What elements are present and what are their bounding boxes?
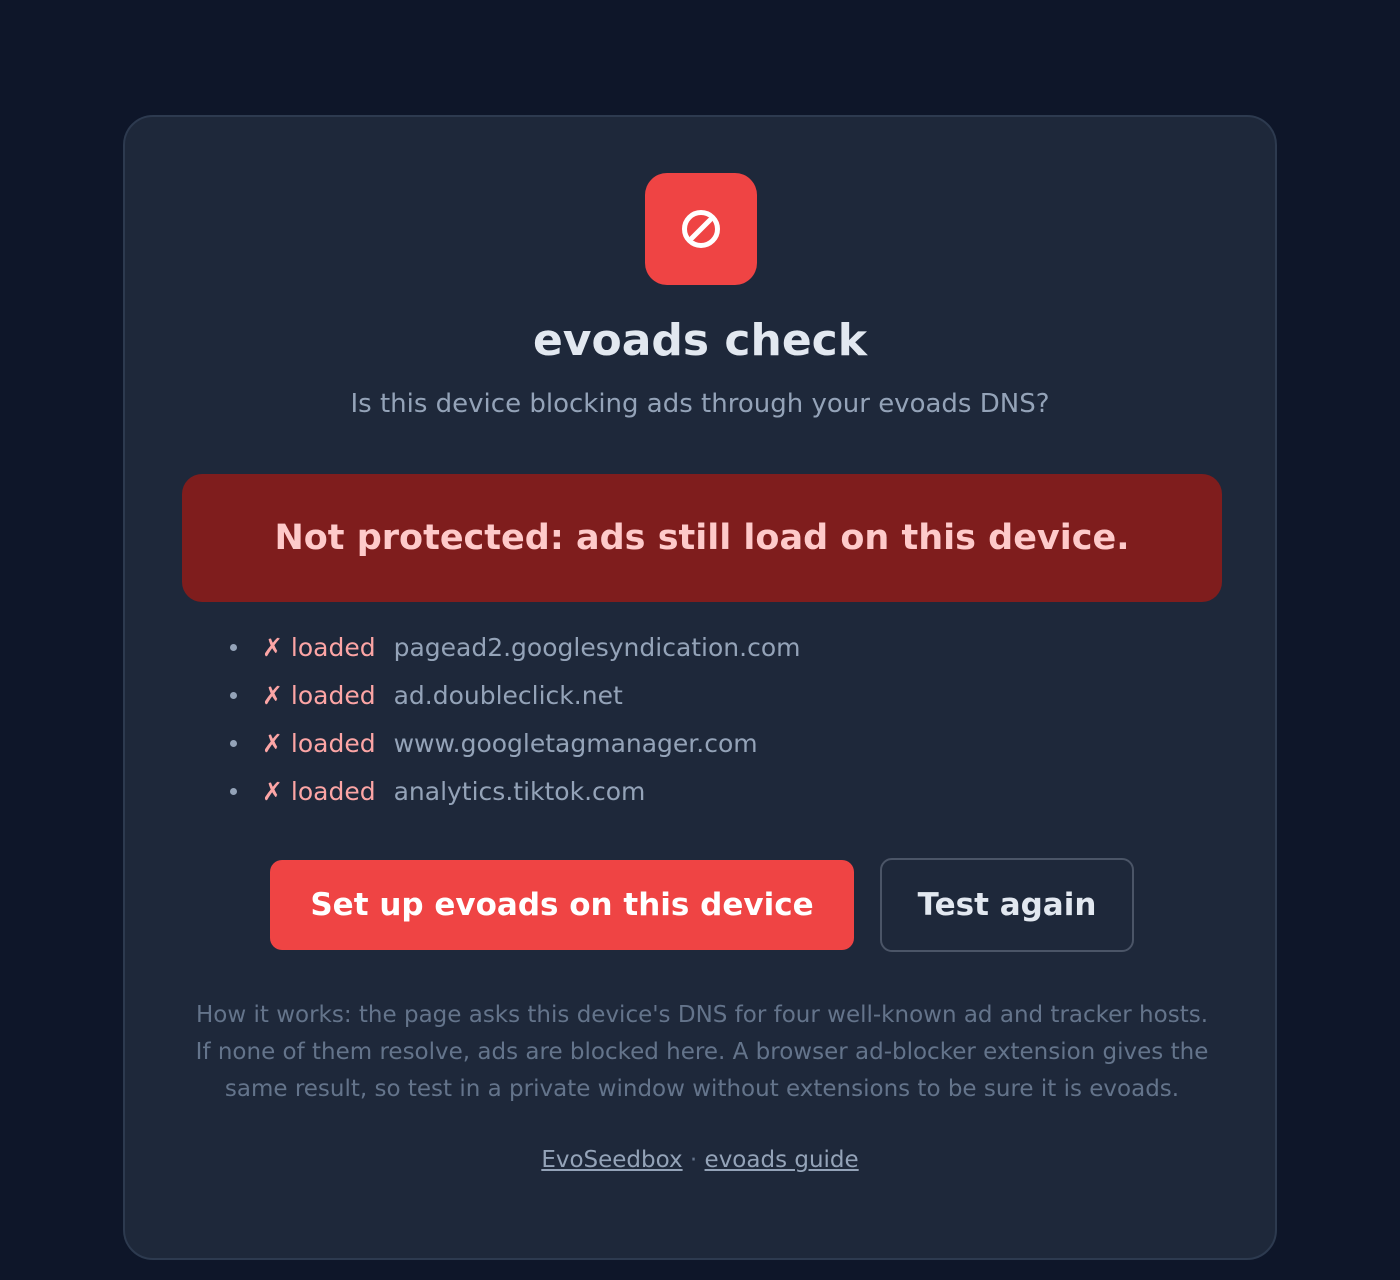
check-card: evoads check Is this device blocking ads… <box>123 115 1277 1260</box>
evoseedbox-link[interactable]: EvoSeedbox <box>541 1147 682 1173</box>
host-check-item: ✗ loaded pagead2.googlesyndication.com <box>230 623 801 671</box>
page-subtitle: Is this device blocking ads through your… <box>350 389 1050 419</box>
host-check-item: ✗ loaded analytics.tiktok.com <box>230 767 801 815</box>
no-entry-icon <box>682 210 720 248</box>
bullet-dot <box>230 691 237 699</box>
check-status: ✗ loaded <box>262 632 376 662</box>
bullet-dot <box>230 739 237 747</box>
host-check-list: ✗ loaded pagead2.googlesyndication.com ✗… <box>230 623 801 815</box>
logo-badge <box>645 173 757 285</box>
link-separator: · <box>689 1147 698 1173</box>
check-status: ✗ loaded <box>262 680 376 710</box>
host-check-item: ✗ loaded www.googletagmanager.com <box>230 719 801 767</box>
check-status: ✗ loaded <box>262 776 376 806</box>
check-host: analytics.tiktok.com <box>393 776 646 806</box>
bullet-dot <box>230 643 237 651</box>
check-status: ✗ loaded <box>262 728 376 758</box>
evoads-guide-link[interactable]: evoads guide <box>705 1147 859 1173</box>
how-it-works-text: How it works: the page asks this device'… <box>195 1002 1209 1102</box>
check-host: ad.doubleclick.net <box>393 680 623 710</box>
check-host: pagead2.googlesyndication.com <box>393 632 801 662</box>
test-again-button[interactable]: Test again <box>880 858 1134 952</box>
page-title: evoads check <box>532 315 868 366</box>
bullet-dot <box>230 787 237 795</box>
check-host: www.googletagmanager.com <box>393 728 758 758</box>
host-check-item: ✗ loaded ad.doubleclick.net <box>230 671 801 719</box>
footer-links: EvoSeedbox · evoads guide <box>125 1143 1275 1177</box>
setup-evoads-button[interactable]: Set up evoads on this device <box>270 860 854 950</box>
status-banner: Not protected: ads still load on this de… <box>182 474 1222 602</box>
